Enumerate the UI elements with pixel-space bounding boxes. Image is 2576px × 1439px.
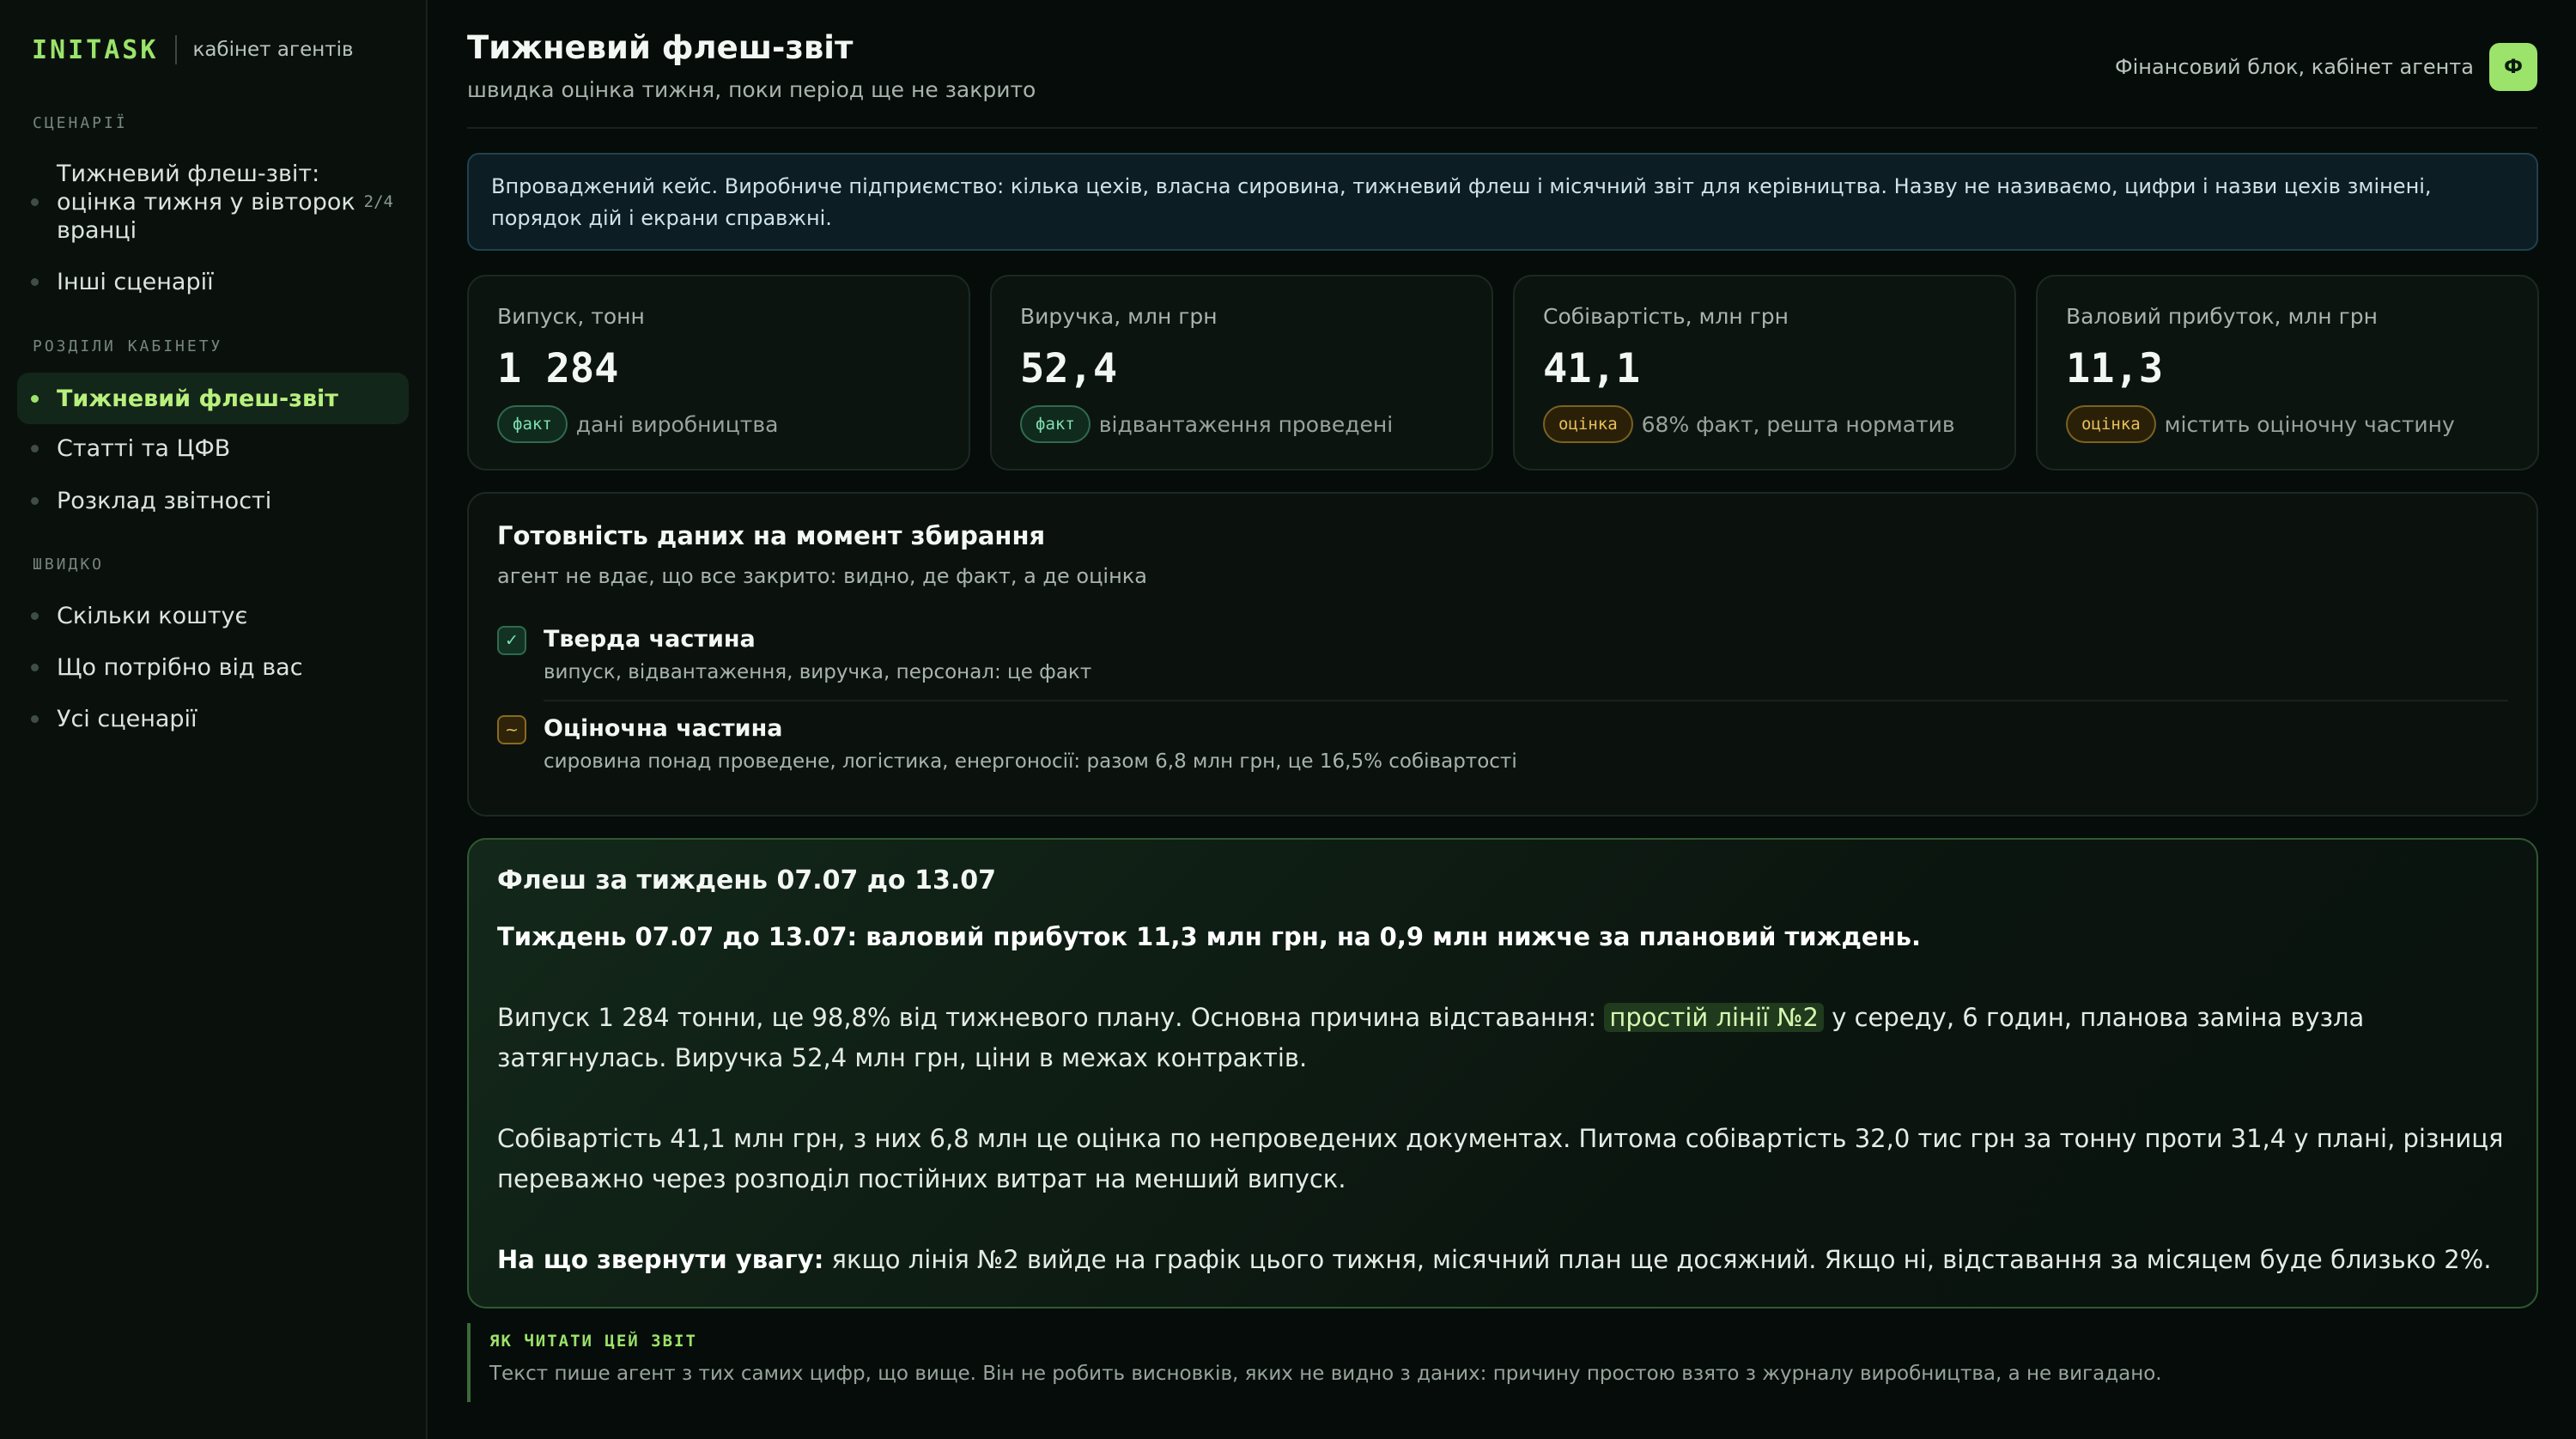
metric-note: дані виробництва [575,411,779,437]
sidebar-item-label: Що потрібно від вас [57,653,303,681]
metric-value: 1 284 [497,345,619,392]
header-divider [467,127,2537,129]
brand[interactable]: INITASK кабінет агентів [32,33,354,67]
sidebar-item-other-scenarios[interactable]: Інші сценарії [17,264,409,299]
section-title-scenarios: СЦЕНАРІЇ [33,114,128,132]
status-badge: факт [1020,405,1091,443]
case-banner: Впроваджений кейс. Виробниче підприємств… [467,153,2538,251]
sidebar-item-label: Усі сценарії [57,705,197,732]
flash-paragraph-output: Випуск 1 284 тонни, це 98,8% від тижнево… [497,998,2515,1078]
readiness-item-desc: випуск, відвантаження, виручка, персонал… [544,661,1092,683]
bullet-icon [31,714,39,723]
bullet-icon [31,496,39,505]
attention-label: На що звернути увагу: [497,1245,824,1274]
readiness-item-firm: ✓ Тверда частина випуск, відвантаження, … [497,624,1091,683]
sidebar-item-label: Тижневий флеш-звіт: оцінка тижня у вівто… [57,160,355,244]
page-subtitle: швидка оцінка тижня, поки період ще не з… [467,77,1036,102]
data-readiness-card: Готовність даних на момент збирання аген… [467,492,2538,817]
flash-paragraph-attention: На що звернути увагу: якщо лінія №2 вийд… [497,1240,2515,1280]
flash-headline: Тиждень 07.07 до 13.07: валовий прибуток… [497,922,1921,951]
metric-card-gross-profit: Валовий прибуток, млн грн 11,3 оцінка мі… [2036,275,2539,471]
sidebar-item-label: Інші сценарії [57,268,214,295]
user-context[interactable]: Фінансовий блок, кабінет агента Ф [2115,43,2537,91]
metric-value: 11,3 [2066,345,2164,392]
divider [544,700,2508,701]
metric-value: 52,4 [1020,345,1118,392]
section-title-cabinet: РОЗДІЛИ КАБІНЕТУ [33,337,223,355]
highlight-downtime: простій лінії №2 [1604,1003,1824,1032]
metric-label: Випуск, тонн [497,304,645,329]
step-counter: 2/4 [363,191,393,211]
metric-note: 68% факт, решта норматив [1641,411,1955,437]
status-badge: оцінка [2066,405,2156,443]
sidebar-item-pricing[interactable]: Скільки коштує [17,598,409,633]
note-label: ЯК ЧИТАТИ ЦЕЙ ЗВІТ [489,1332,697,1351]
text-span: якщо лінія №2 вийде на графік цього тижн… [823,1245,2492,1274]
sidebar-item-requirements[interactable]: Що потрібно від вас [17,650,409,684]
readiness-item-desc: сировина понад проведене, логістика, ене… [544,750,1517,773]
flash-title: Флеш за тиждень 07.07 до 13.07 [497,865,996,896]
metric-value: 41,1 [1543,345,1641,392]
sidebar-item-weekly-flash[interactable]: Тижневий флеш-звіт [17,373,409,424]
status-badge: оцінка [1543,405,1633,443]
sidebar-item-label: Скільки коштує [57,602,248,629]
metric-note: містить оціночну частину [2164,411,2455,437]
sidebar-item-articles-cfv[interactable]: Статті та ЦФВ [17,431,409,465]
readiness-title: Готовність даних на момент збирання [497,521,1046,550]
bullet-icon [31,663,39,671]
flash-body: Тиждень 07.07 до 13.07: валовий прибуток… [497,917,2515,1280]
metric-label: Собівартість, млн грн [1543,304,1789,329]
how-to-read-note: ЯК ЧИТАТИ ЦЕЙ ЗВІТ Текст пише агент з ти… [467,1323,2538,1402]
sidebar-item-reporting-schedule[interactable]: Розклад звітності [17,483,409,518]
bullet-icon [31,611,39,620]
check-icon: ✓ [497,626,526,655]
bullet-icon [31,394,39,403]
brand-logo: INITASK [32,34,159,65]
readiness-item-title: Тверда частина [544,626,756,653]
sidebar-item-all-scenarios[interactable]: Усі сценарії [17,701,409,736]
flash-paragraph-cost: Собівартість 41,1 млн грн, з них 6,8 млн… [497,1124,2504,1193]
metric-label: Виручка, млн грн [1020,304,1218,329]
page-title: Тижневий флеш-звіт [467,29,854,66]
metric-label: Валовий прибуток, млн грн [2066,304,2378,329]
bullet-icon [31,444,39,452]
metric-card-output: Випуск, тонн 1 284 факт дані виробництва [467,275,970,471]
status-badge: факт [497,405,568,443]
context-label: Фінансовий блок, кабінет агента [2114,55,2474,79]
sidebar-item-label: Статті та ЦФВ [57,434,231,462]
section-title-quick: ШВИДКО [33,556,105,574]
readiness-subtitle: агент не вдає, що все закрито: видно, де… [497,564,1147,588]
metric-card-revenue: Виручка, млн грн 52,4 факт відвантаження… [990,275,1493,471]
sidebar-item-weekly-flash-scenario[interactable]: Тижневий флеш-звіт: оцінка тижня у вівто… [17,158,409,246]
metric-card-cost: Собівартість, млн грн 41,1 оцінка 68% фа… [1513,275,2016,471]
readiness-item-title: Оціночна частина [544,715,783,742]
avatar[interactable]: Ф [2489,43,2537,91]
metric-note: відвантаження проведені [1098,411,1394,437]
note-text: Текст пише агент з тих самих цифр, що ви… [489,1363,2162,1385]
readiness-item-estimate: ~ Оціночна частина сировина понад провед… [497,713,1517,773]
sidebar-item-label: Розклад звітності [57,487,272,514]
brand-divider [175,35,178,64]
bullet-icon [31,197,39,206]
text-span: Випуск 1 284 тонни, це 98,8% від тижнево… [497,1003,1605,1032]
tilde-icon: ~ [497,715,526,744]
brand-subtitle: кабінет агентів [192,39,354,61]
sidebar: INITASK кабінет агентів СЦЕНАРІЇ Тижневи… [0,0,428,1439]
sidebar-item-label: Тижневий флеш-звіт [57,385,338,412]
bullet-icon [31,277,39,286]
flash-report-card: Флеш за тиждень 07.07 до 13.07 Тиждень 0… [467,838,2538,1308]
